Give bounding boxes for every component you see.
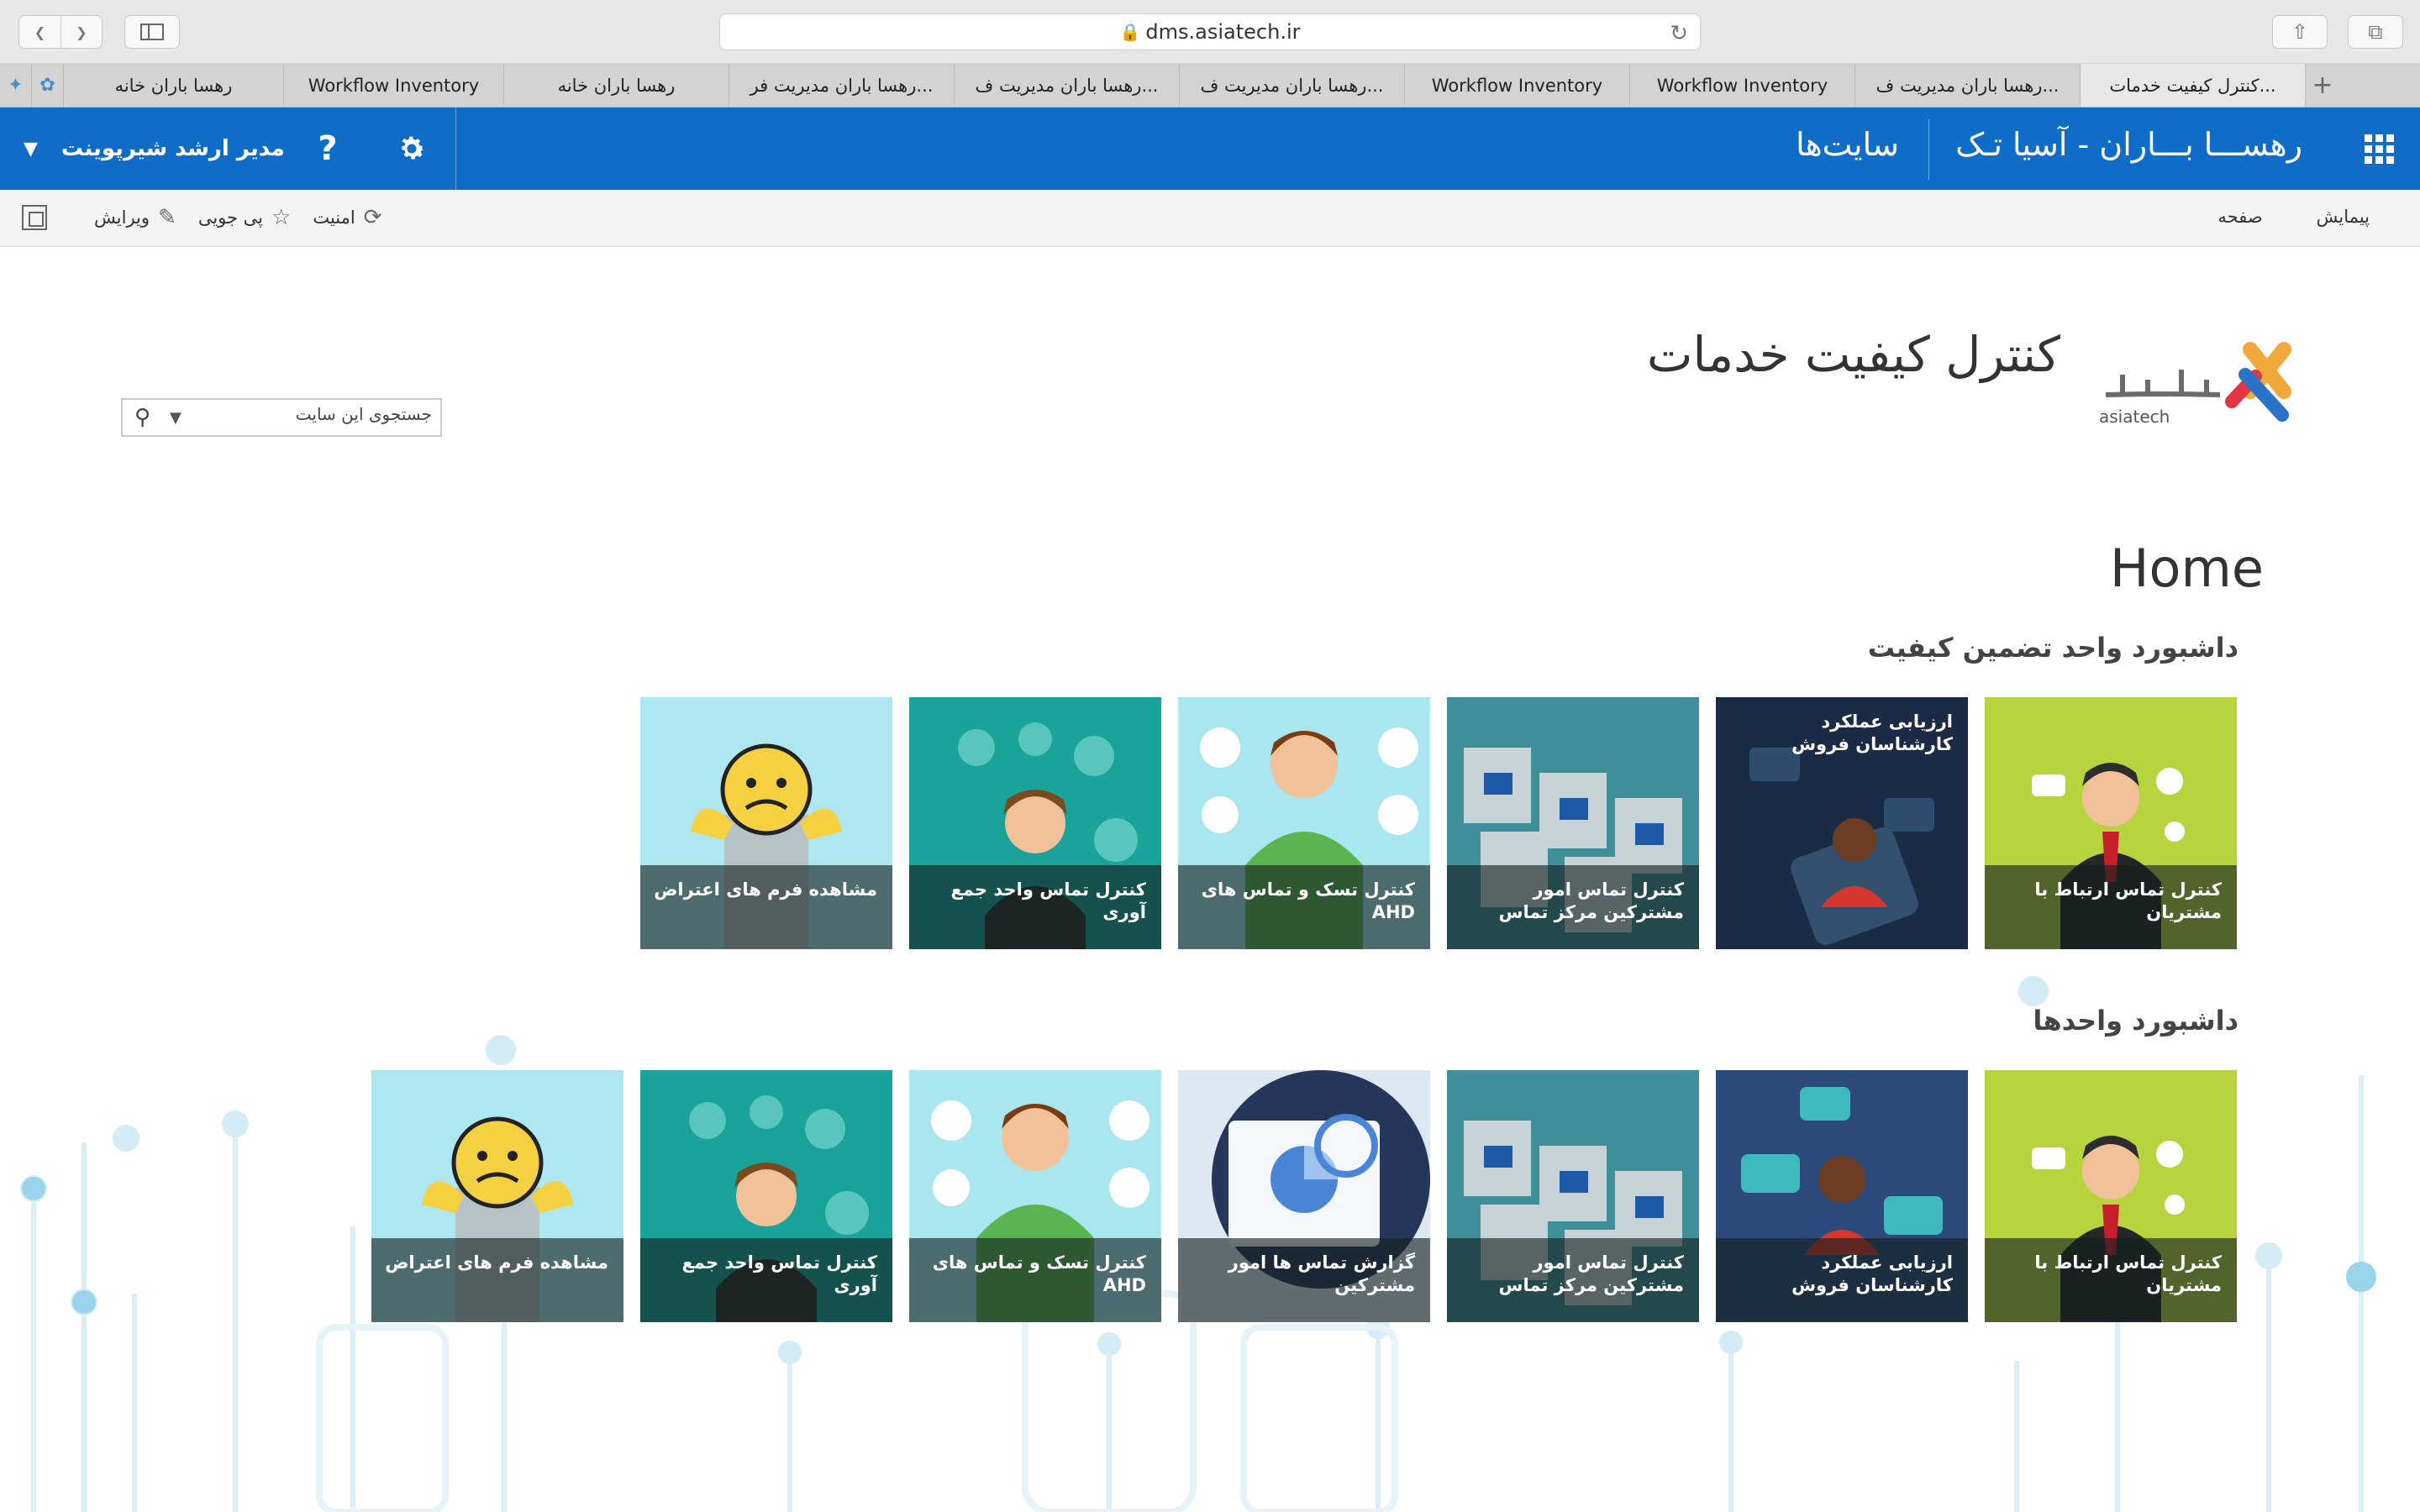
tab[interactable]: رهسا باران مدیریت ف... (1180, 64, 1405, 107)
help-button[interactable]: ? (294, 108, 361, 190)
page-heading: Home (2109, 538, 2264, 599)
brand-title[interactable]: رهســـا بـــاران - آسیا تـک (1955, 126, 2302, 163)
tile-sales-evaluation[interactable]: ارزیابی عملکرد کارشناسان فروش (1716, 697, 1968, 949)
pinned-tab[interactable]: ✦ (0, 64, 32, 107)
address-bar[interactable]: 🔒 dms.asiatech.ir ↻ (719, 13, 1701, 50)
tile-label: مشاهده فرم های اعتراض (640, 865, 892, 949)
waffle-icon (2364, 134, 2394, 164)
suite-bar: ▼ مدیر ارشد شیرپوینت ? سایت‌ها رهســـا ب… (0, 108, 2420, 190)
browser-toolbar: ❮ ❯ 🔒 dms.asiatech.ir ↻ ⇧ ⧉ (0, 0, 2420, 64)
sidebar-toggle-button[interactable] (124, 15, 180, 49)
tile-label: کنترل تماس واحد جمع آوری (640, 1238, 892, 1322)
sites-link[interactable]: سایت‌ها (1796, 126, 1899, 163)
security-button[interactable]: ⟳ امنیت (313, 205, 381, 230)
tile-label: کنترل تماس واحد جمع آوری (909, 865, 1161, 949)
edit-label: ویرایش (94, 207, 150, 228)
tab[interactable]: رهسا باران خانه (64, 64, 284, 107)
share-icon: ⇧ (2291, 20, 2309, 44)
tile-label: کنترل تسک و تماس های AHD (1178, 865, 1430, 949)
tab-browse[interactable]: پیمایش (2317, 207, 2370, 227)
section-title-units: داشبورد واحدها (2033, 1005, 2238, 1037)
search-input[interactable]: جستجوی این سایت (296, 404, 432, 424)
sidebar-icon (140, 24, 164, 40)
lock-icon: 🔒 (1119, 22, 1141, 42)
ribbon-actions: ✎ ویرایش ☆ پی جویی ⟳ امنیت (22, 205, 382, 230)
share-button[interactable]: ⇧ (2272, 15, 2328, 49)
new-tab-button[interactable]: + (2306, 64, 2339, 107)
tile-label: کنترل تماس ارتباط با مشتریان (1985, 1238, 2237, 1322)
forward-button[interactable]: ❯ (60, 15, 103, 49)
tab-overview-button[interactable]: ⧉ (2348, 15, 2403, 49)
tab[interactable]: رهسا باران مدیریت ف... (1855, 64, 2081, 107)
tile-call-center[interactable]: کنترل تماس امور مشترکین مرکز تماس (1447, 1070, 1699, 1322)
tile-ahd-tasks[interactable]: کنترل تسک و تماس های AHD (909, 1070, 1161, 1322)
tile-label: کنترل تسک و تماس های AHD (909, 1238, 1161, 1322)
divider (455, 108, 456, 190)
tile-collection-unit[interactable]: کنترل تماس واحد جمع آوری (640, 1070, 892, 1322)
tile-ahd-tasks[interactable]: کنترل تسک و تماس های AHD (1178, 697, 1430, 949)
search-box[interactable]: جستجوی این سایت ▼ ⚲ (121, 398, 442, 437)
section-title-quality: داشبورد واحد تضمین کیفیت (1867, 632, 2238, 664)
tab[interactable]: رهسا باران مدیریت فر... (729, 64, 955, 107)
tile-complaint-forms[interactable]: مشاهده فرم های اعتراض (371, 1070, 623, 1322)
bird-icon: ✦ (8, 75, 24, 96)
tile-customer-relations[interactable]: کنترل تماس ارتباط با مشتریان (1985, 1070, 2237, 1322)
tile-label: مشاهده فرم های اعتراض (371, 1238, 623, 1322)
ribbon: پیمایش صفحه ✎ ویرایش ☆ پی جویی ⟳ امنیت (0, 190, 2420, 247)
ribbon-tabs: پیمایش صفحه (2217, 207, 2370, 227)
pencil-icon: ✎ (158, 205, 176, 230)
plus-icon: + (2312, 71, 2333, 100)
follow-label: پی جویی (197, 207, 264, 228)
gear-icon (402, 136, 424, 160)
back-button[interactable]: ❮ (18, 15, 60, 49)
edit-button[interactable]: ✎ ویرایش (94, 205, 176, 230)
tile-label: ارزیابی عملکرد کارشناسان فروش (1791, 711, 1953, 755)
tile-call-center[interactable]: کنترل تماس امور مشترکین مرکز تماس (1447, 697, 1699, 949)
tile-complaint-forms[interactable]: مشاهده فرم های اعتراض (640, 697, 892, 949)
tile-sales-evaluation[interactable]: ارزیابی عملکرد کارشناسان فروش (1716, 1070, 1968, 1322)
logo-text: asiatech (2099, 407, 2170, 427)
tile-customer-relations[interactable]: کنترل تماس ارتباط با مشتریان (1985, 697, 2237, 949)
star-icon: ☆ (271, 205, 292, 230)
tile-label: گزارش تماس ها امور مشترکین (1178, 1238, 1430, 1322)
tab[interactable]: Workflow Inventory (1630, 64, 1855, 107)
user-name: مدیر ارشد شیرپوینت (60, 136, 285, 161)
flower-icon: ✿ (39, 75, 55, 96)
url-text: dms.asiatech.ir (1145, 20, 1301, 44)
chevron-down-icon: ▼ (24, 138, 38, 160)
tabs-icon: ⧉ (2368, 20, 2383, 44)
tab[interactable]: رهسا باران مدیریت ف... (955, 64, 1180, 107)
tile-label: کنترل تماس ارتباط با مشتریان (1985, 865, 2237, 949)
tile-label: کنترل تماس امور مشترکین مرکز تماس (1447, 1238, 1699, 1322)
nav-buttons: ❮ ❯ (18, 15, 103, 49)
tab[interactable]: Workflow Inventory (1405, 64, 1630, 107)
app-launcher-button[interactable] (2338, 108, 2420, 190)
user-menu[interactable]: ▼ مدیر ارشد شیرپوینت (0, 108, 294, 190)
tile-subscriber-report[interactable]: گزارش تماس ها امور مشترکین (1178, 1070, 1430, 1322)
tab-page[interactable]: صفحه (2217, 207, 2262, 227)
settings-button[interactable] (378, 108, 445, 190)
tab-active[interactable]: کنترل کیفیت خدمات... (2081, 64, 2306, 107)
follow-button[interactable]: ☆ پی جویی (198, 205, 292, 230)
chevron-left-icon: ❮ (34, 24, 46, 40)
security-label: امنیت (313, 207, 355, 228)
sync-icon: ⟳ (363, 205, 382, 230)
search-icon[interactable]: ⚲ (134, 405, 150, 430)
tile-label: ارزیابی عملکرد کارشناسان فروش (1716, 1238, 1968, 1322)
tab-strip: ✦ ✿ رهسا باران خانه Workflow Inventory ر… (0, 64, 2420, 108)
help-icon: ? (318, 129, 338, 168)
tile-label: کنترل تماس امور مشترکین مرکز تماس (1447, 865, 1699, 949)
pinned-tab[interactable]: ✿ (32, 64, 64, 107)
site-title[interactable]: کنترل کیفیت خدمات (1647, 326, 2060, 383)
tile-collection-unit[interactable]: کنترل تماس واحد جمع آوری (909, 697, 1161, 949)
chevron-right-icon: ❯ (76, 24, 87, 40)
focus-content-icon[interactable] (22, 205, 47, 230)
chevron-down-icon[interactable]: ▼ (170, 409, 182, 427)
tab[interactable]: رهسا باران خانه (504, 64, 729, 107)
divider (1928, 119, 1929, 180)
reload-icon[interactable]: ↻ (1670, 21, 1688, 46)
tab[interactable]: Workflow Inventory (284, 64, 504, 107)
